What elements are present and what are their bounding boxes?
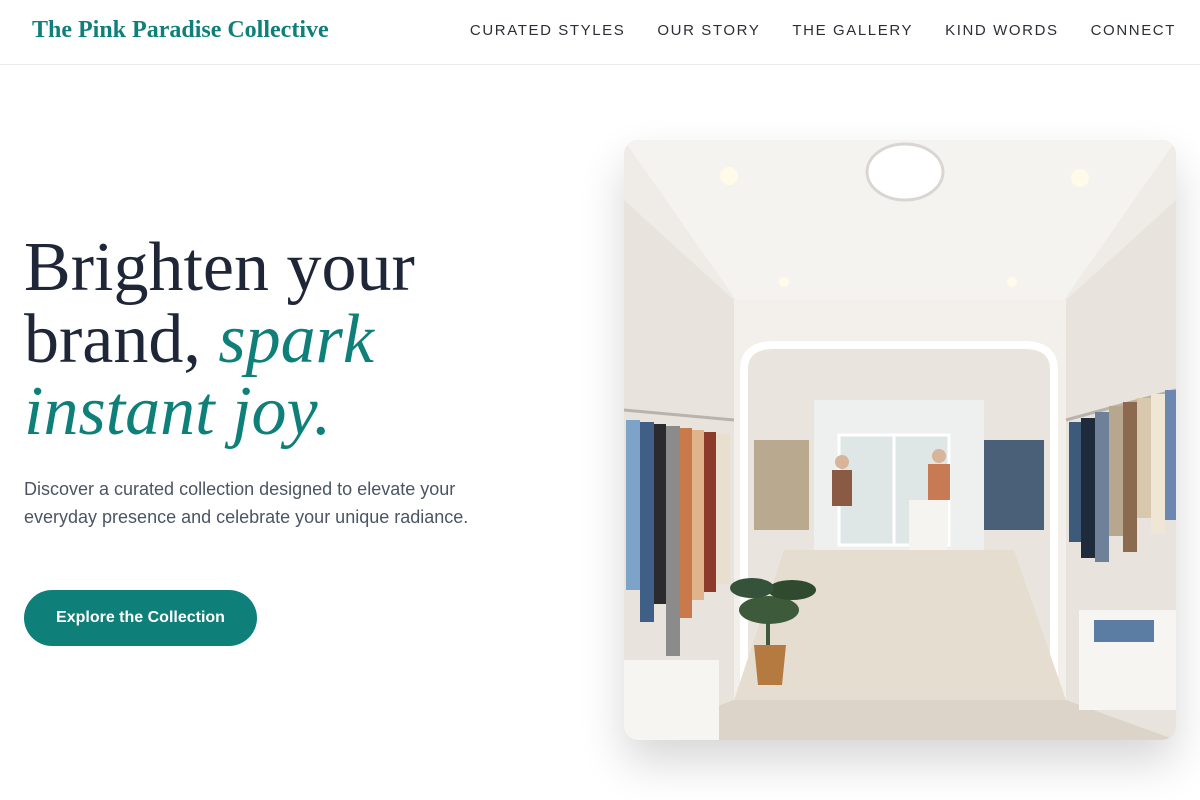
hero-headline-accent-joy: instant joy.: [24, 373, 332, 450]
hero-boutique-image: [624, 140, 1176, 740]
nav-link-connect[interactable]: CONNECT: [1091, 22, 1176, 39]
nav-link-our-story[interactable]: OUR STORY: [657, 22, 760, 39]
nav-link-kind-words[interactable]: KIND WORDS: [945, 22, 1059, 39]
hero-headline-accent-spark: spark: [218, 301, 374, 378]
boutique-interior-illustration: [624, 140, 1176, 740]
explore-collection-button[interactable]: Explore the Collection: [24, 590, 257, 646]
hero-headline-line2: brand,: [24, 301, 219, 378]
nav-link-the-gallery[interactable]: THE GALLERY: [792, 22, 913, 39]
site-header: The Pink Paradise Collective CURATED STY…: [0, 0, 1200, 65]
hero-headline: Brighten your brand, spark instant joy.: [24, 232, 584, 448]
hero-headline-line1: Brighten your: [24, 229, 415, 306]
nav-link-curated-styles[interactable]: CURATED STYLES: [470, 22, 625, 39]
hero-description: Discover a curated collection designed t…: [24, 479, 469, 527]
brand-logo[interactable]: The Pink Paradise Collective: [32, 17, 329, 44]
main-nav: CURATED STYLES OUR STORY THE GALLERY KIN…: [438, 22, 1176, 39]
